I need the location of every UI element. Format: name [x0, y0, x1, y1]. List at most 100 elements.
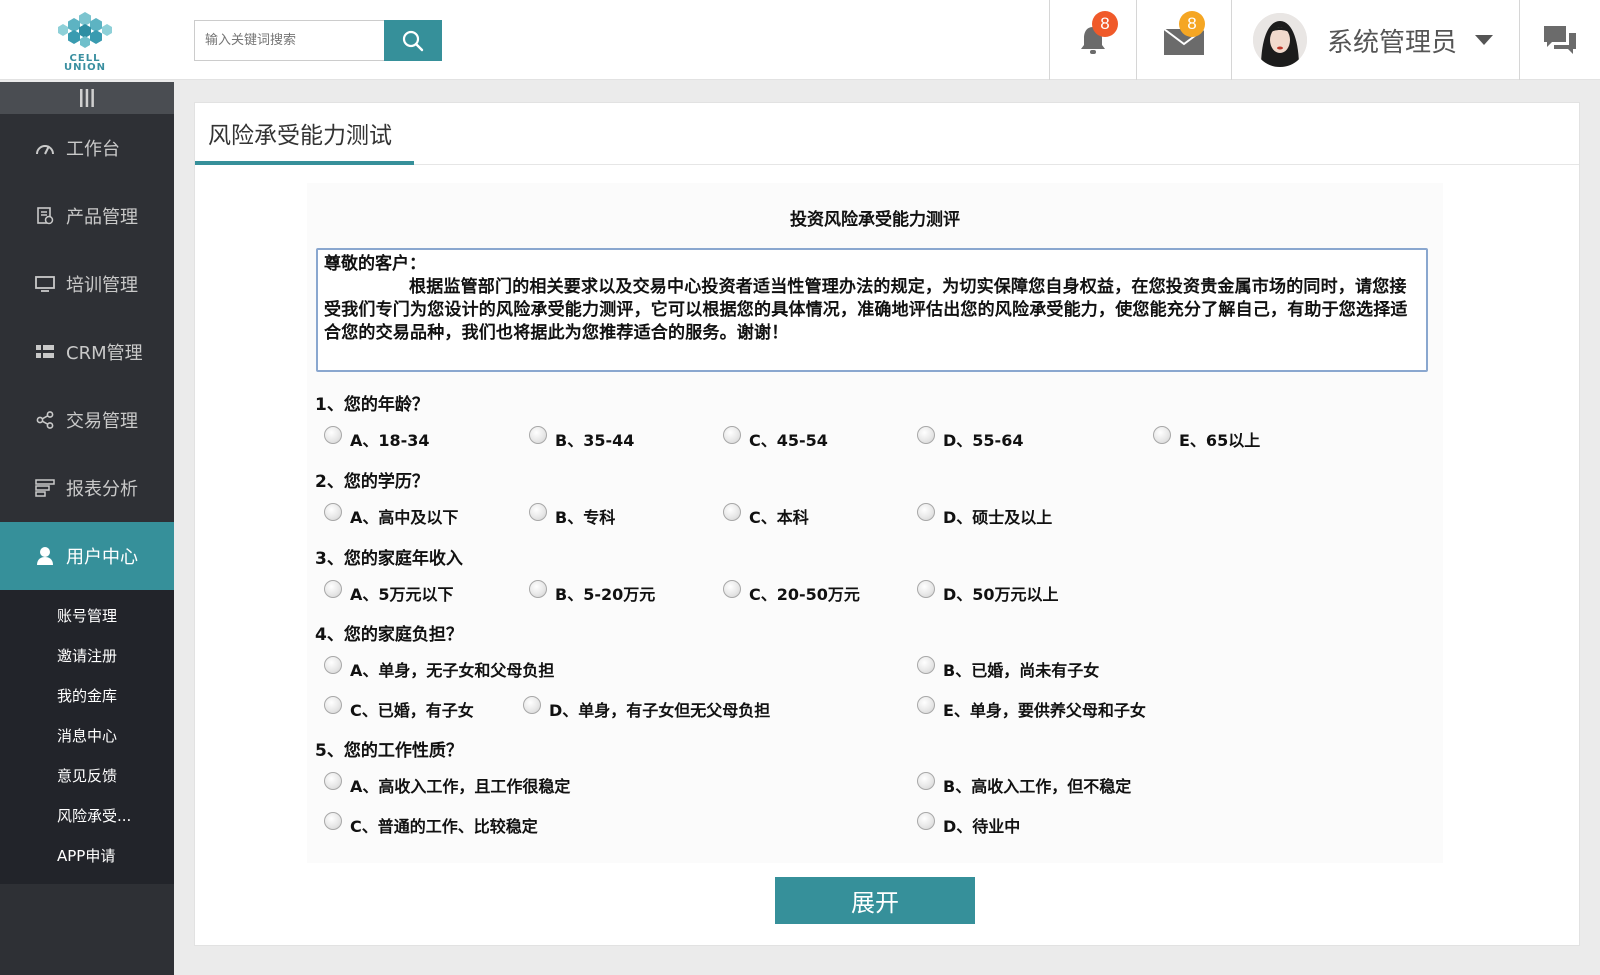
cell-union-logo[interactable]: CELL UNION [52, 8, 118, 74]
sidebar-item-crm[interactable]: CRM管理 [0, 318, 174, 386]
q1-option-c[interactable]: C、45-54 [723, 426, 828, 451]
tab-risk-test[interactable]: 风险承受能力测试 [195, 103, 414, 165]
monitor-icon [34, 273, 56, 295]
chat-button[interactable] [1519, 0, 1600, 80]
sidebar-item-reports[interactable]: 报表分析 [0, 454, 174, 522]
submenu-item-app[interactable]: APP申请 [0, 836, 174, 876]
radio-button[interactable] [917, 426, 935, 444]
sidebar-item-label: 交易管理 [66, 411, 138, 432]
radio-button[interactable] [324, 580, 342, 598]
user-icon [34, 545, 56, 567]
username: 系统管理员 [1327, 27, 1458, 58]
question-2: 2、您的学历？ [315, 472, 429, 492]
q4-option-c[interactable]: C、已婚，有子女 [324, 696, 474, 721]
notifications-button[interactable]: 8 [1049, 0, 1136, 80]
q1-option-d[interactable]: D、55-64 [917, 426, 1023, 451]
user-center-submenu: 账号管理 邀请注册 我的金库 消息中心 意见反馈 风险承受... APP申请 [0, 590, 174, 884]
radio-button[interactable] [324, 503, 342, 521]
messages-button[interactable]: 8 [1136, 0, 1231, 80]
radio-button[interactable] [723, 580, 741, 598]
intro-textarea[interactable]: 尊敬的客户： 根据监管部门的相关要求以及交易中心投资者适当性管理办法的规定，为切… [316, 248, 1428, 372]
avatar [1253, 13, 1307, 67]
radio-button[interactable] [917, 696, 935, 714]
radio-button[interactable] [324, 772, 342, 790]
sidebar-item-trading[interactable]: 交易管理 [0, 386, 174, 454]
search-icon [402, 30, 424, 51]
sidebar-item-workbench[interactable]: 工作台 [0, 114, 174, 182]
radio-button[interactable] [917, 656, 935, 674]
q3-option-b[interactable]: B、5-20万元 [529, 580, 655, 605]
q1-option-b[interactable]: B、35-44 [529, 426, 634, 451]
q3-option-a[interactable]: A、5万元以下 [324, 580, 454, 605]
sidebar-item-label: 产品管理 [66, 207, 138, 228]
radio-button[interactable] [324, 426, 342, 444]
submenu-item-account[interactable]: 账号管理 [0, 596, 174, 636]
expand-button[interactable]: 展开 [775, 877, 975, 924]
radio-button[interactable] [324, 812, 342, 830]
sidebar: 工作台 产品管理 培训管理 CRM管理 交易管理 报表分析 用户中心 账号管理 … [0, 82, 174, 975]
question-5: 5、您的工作性质？ [315, 741, 463, 761]
submenu-item-feedback[interactable]: 意见反馈 [0, 756, 174, 796]
header-divider [1231, 0, 1232, 80]
q2-option-c[interactable]: C、本科 [723, 503, 809, 528]
survey-form: 投资风险承受能力测评 尊敬的客户： 根据监管部门的相关要求以及交易中心投资者适当… [307, 183, 1443, 863]
submenu-item-invite[interactable]: 邀请注册 [0, 636, 174, 676]
sidebar-item-products[interactable]: 产品管理 [0, 182, 174, 250]
q1-option-a[interactable]: A、18-34 [324, 426, 430, 451]
radio-button[interactable] [324, 696, 342, 714]
q1-option-e[interactable]: E、65以上 [1153, 426, 1260, 451]
q5-option-d[interactable]: D、待业中 [917, 812, 1020, 837]
sidebar-item-label: CRM管理 [66, 343, 143, 364]
survey-title: 投资风险承受能力测评 [790, 210, 960, 230]
q4-option-d[interactable]: D、单身，有子女但无父母负担 [523, 696, 770, 721]
sidebar-item-label: 报表分析 [66, 479, 138, 500]
q4-option-e[interactable]: E、单身，要供养父母和子女 [917, 696, 1146, 721]
question-3: 3、您的家庭年收入 [315, 549, 463, 569]
search-input[interactable] [194, 20, 384, 61]
radio-button[interactable] [917, 503, 935, 521]
intro-body: 根据监管部门的相关要求以及交易中心投资者适当性管理办法的规定，为切实保障您自身权… [324, 277, 1408, 343]
sidebar-item-user-center[interactable]: 用户中心 [0, 522, 174, 590]
q2-option-b[interactable]: B、专科 [529, 503, 615, 528]
product-icon [34, 205, 56, 227]
submenu-item-messages[interactable]: 消息中心 [0, 716, 174, 756]
q5-option-c[interactable]: C、普通的工作、比较稳定 [324, 812, 538, 837]
user-menu[interactable]: 系统管理员 [1253, 12, 1494, 68]
q3-option-c[interactable]: C、20-50万元 [723, 580, 860, 605]
q4-option-b[interactable]: B、已婚，尚未有子女 [917, 656, 1099, 681]
chat-icon [1543, 26, 1576, 54]
radio-button[interactable] [529, 426, 547, 444]
search-button[interactable] [384, 20, 442, 61]
radio-button[interactable] [1153, 426, 1171, 444]
radio-button[interactable] [917, 580, 935, 598]
q5-option-b[interactable]: B、高收入工作，但不稳定 [917, 772, 1131, 797]
question-1: 1、您的年龄？ [315, 395, 429, 415]
report-icon [34, 477, 56, 499]
radio-button[interactable] [723, 503, 741, 521]
radio-button[interactable] [529, 580, 547, 598]
radio-button[interactable] [917, 772, 935, 790]
submenu-item-risk-test[interactable]: 风险承受... [0, 796, 174, 836]
radio-button[interactable] [529, 503, 547, 521]
q3-option-d[interactable]: D、50万元以上 [917, 580, 1059, 605]
notifications-badge: 8 [1092, 11, 1118, 37]
sidebar-item-training[interactable]: 培训管理 [0, 250, 174, 318]
sidebar-item-label: 工作台 [66, 139, 120, 160]
sidebar-toggle[interactable] [0, 82, 174, 114]
radio-button[interactable] [324, 656, 342, 674]
submenu-item-vault[interactable]: 我的金库 [0, 676, 174, 716]
radio-button[interactable] [523, 696, 541, 714]
main-panel: 风险承受能力测试 投资风险承受能力测评 尊敬的客户： 根据监管部门的相关要求以及… [194, 102, 1580, 946]
radio-button[interactable] [917, 812, 935, 830]
sidebar-item-label: 培训管理 [66, 275, 138, 296]
q2-option-a[interactable]: A、高中及以下 [324, 503, 458, 528]
q4-option-a[interactable]: A、单身，无子女和父母负担 [324, 656, 554, 681]
intro-greeting: 尊敬的客户： [324, 254, 426, 274]
dashboard-icon [34, 137, 56, 159]
caret-down-icon [1475, 35, 1494, 45]
radio-button[interactable] [723, 426, 741, 444]
q2-option-d[interactable]: D、硕士及以上 [917, 503, 1052, 528]
q5-option-a[interactable]: A、高收入工作，且工作很稳定 [324, 772, 570, 797]
logo-text: CELL UNION [63, 53, 107, 73]
grid-icon [34, 341, 56, 363]
